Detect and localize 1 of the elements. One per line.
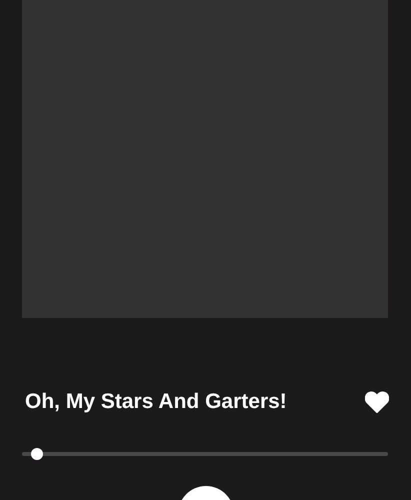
track-title: Oh, My Stars And Garters! (25, 390, 287, 414)
